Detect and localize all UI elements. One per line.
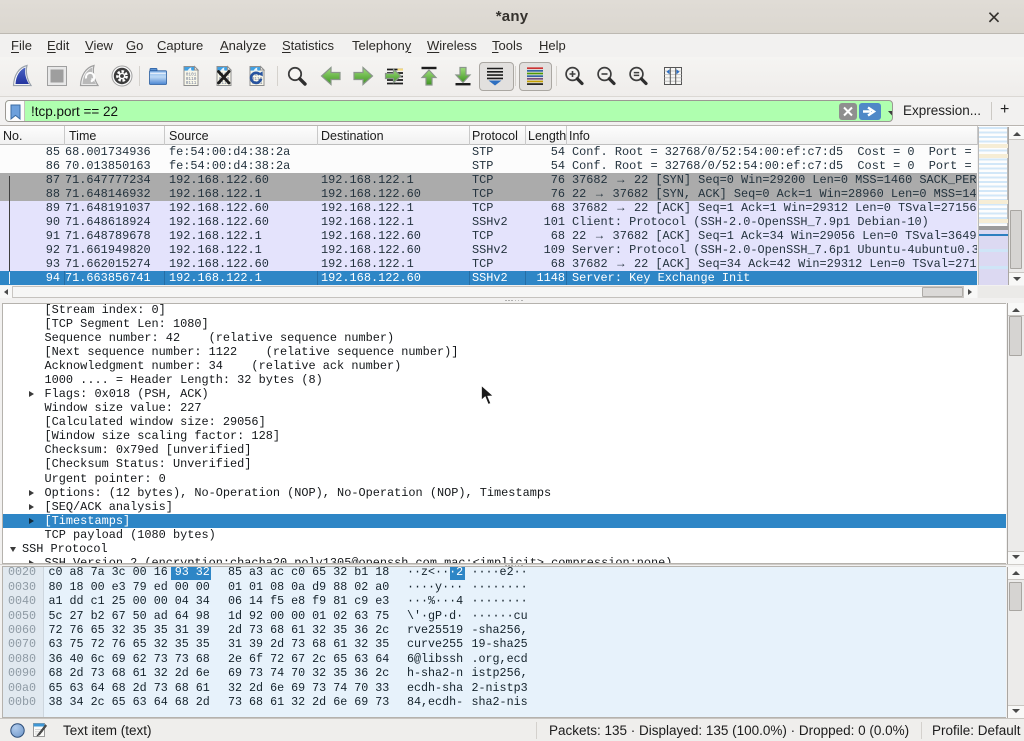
svg-text:0111: 0111 — [186, 81, 197, 86]
